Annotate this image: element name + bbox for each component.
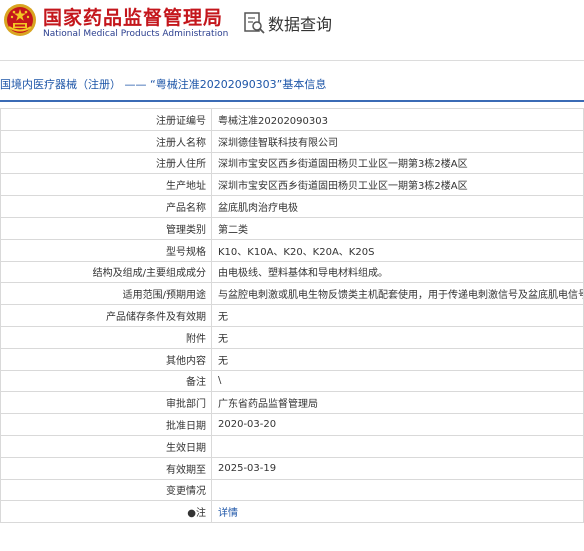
table-row: 产品名称 盆底肌肉治疗电极: [0, 195, 584, 218]
table-row: 型号规格 K10、K10A、K20、K20A、K20S: [0, 238, 584, 262]
header-divider: [0, 60, 584, 61]
row-label: 有效期至: [0, 456, 212, 480]
row-label: 产品储存条件及有效期: [0, 304, 212, 327]
registration-detail-table: 注册证编号 粤械注准20202090303 注册人名称 深圳德佳智联科技有限公司 注…: [0, 108, 584, 524]
data-query-title: 数据查询: [268, 15, 333, 34]
row-label: 备注: [0, 369, 212, 393]
table-row: 附件无: [0, 325, 584, 349]
row-label: ●注: [0, 500, 212, 524]
table-row: 备注 \: [0, 369, 584, 393]
row-value: [211, 434, 584, 458]
row-label: 生产地址: [0, 173, 212, 197]
breadcrumb: 国境内医疗器械（注册） —— “粤械注准20202090303”基本信息: [0, 75, 584, 95]
table-row: 管理类别 第二类: [0, 216, 584, 240]
table-row: 生产地址 深圳市宝安区西乡街道固田杨贝工业区一期第3栋2楼A区: [0, 173, 584, 197]
row-label: 附件: [0, 325, 212, 349]
site-header: 国家药品监督管理局 National Medical Products Admi…: [0, 0, 584, 60]
row-value: 无: [211, 325, 584, 349]
table-row: 有效期至 2025-03-19: [0, 456, 584, 480]
national-emblem-icon: [4, 4, 36, 36]
row-label: 生效日期: [0, 434, 212, 458]
row-label: 结构及组成/主要组成成分: [0, 260, 212, 284]
table-row: 生效日期: [0, 434, 584, 458]
row-value: 2025-03-19: [211, 456, 584, 480]
row-label: 产品名称: [0, 195, 212, 218]
row-value-cell: 详情: [211, 500, 584, 524]
table-row: 注册人名称 深圳德佳智联科技有限公司: [0, 129, 584, 153]
row-label: 审批部门: [0, 391, 212, 415]
row-label: 批准日期: [0, 413, 212, 436]
row-label: 型号规格: [0, 238, 212, 262]
table-row: 适用范围/预期用途 与盆腔电刺激或肌电生物反馈类主机配套使用，用于传递电刺激信号及…: [0, 282, 584, 306]
row-label: 适用范围/预期用途: [0, 282, 212, 306]
row-label: 注册证编号: [0, 108, 212, 131]
row-value: 广东省药品监督管理局: [211, 391, 584, 415]
row-value: 无: [211, 304, 584, 327]
table-row: 审批部门 广东省药品监督管理局: [0, 391, 584, 415]
table-row: 注册人住所 深圳市宝安区西乡街道固田杨贝工业区一期第3栋2楼A区: [0, 151, 584, 175]
breadcrumb-record-title: “粤械注准20202090303”基本信息: [150, 78, 327, 91]
row-label: 变更情况: [0, 478, 212, 502]
row-value: [211, 478, 584, 502]
row-value: 无: [211, 347, 584, 371]
row-value: 深圳市宝安区西乡街道固田杨贝工业区一期第3栋2楼A区: [211, 151, 584, 175]
table-row: 其他内容无: [0, 347, 584, 371]
table-row: ●注 详情: [0, 500, 584, 524]
breadcrumb-separator: ——: [124, 78, 147, 91]
row-label: 管理类别: [0, 216, 212, 240]
row-label: 注册人名称: [0, 129, 212, 153]
org-name-cn: 国家药品监督管理局: [43, 7, 224, 29]
table-row: 结构及组成/主要组成成分 由电极线、塑料基体和导电材料组成。: [0, 260, 584, 284]
row-value: \: [211, 369, 584, 393]
data-query-icon: [244, 12, 265, 34]
row-label: 其他内容: [0, 347, 212, 371]
row-value: 粤械注准20202090303: [211, 108, 584, 131]
row-value: 与盆腔电刺激或肌电生物反馈类主机配套使用，用于传递电刺激信号及盆底肌电信号。: [211, 282, 584, 306]
row-value: 由电极线、塑料基体和导电材料组成。: [211, 260, 584, 284]
table-row: 注册证编号 粤械注准20202090303: [0, 108, 584, 131]
row-value: K10、K10A、K20、K20A、K20S: [211, 238, 584, 262]
details-link[interactable]: 详情: [218, 508, 238, 519]
table-row: 变更情况: [0, 478, 584, 502]
table-row: 产品储存条件及有效期无: [0, 304, 584, 327]
row-label: 注册人住所: [0, 151, 212, 175]
row-value: 盆底肌肉治疗电极: [211, 195, 584, 218]
row-value: 2020-03-20: [211, 413, 584, 436]
breadcrumb-category[interactable]: 国境内医疗器械（注册）: [0, 78, 121, 91]
breadcrumb-underline: [0, 100, 584, 102]
org-name-en: National Medical Products Administration: [43, 29, 229, 39]
row-value: 第二类: [211, 216, 584, 240]
row-value: 深圳德佳智联科技有限公司: [211, 129, 584, 153]
row-value: 深圳市宝安区西乡街道固田杨贝工业区一期第3栋2楼A区: [211, 173, 584, 197]
table-row: 批准日期 2020-03-20: [0, 413, 584, 436]
